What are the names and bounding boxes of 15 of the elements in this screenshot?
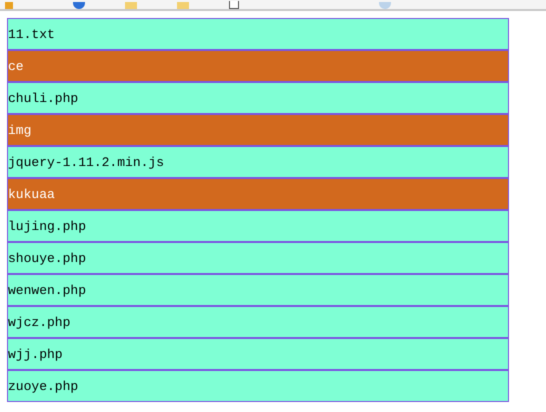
page-icon[interactable]	[229, 1, 239, 9]
folder-icon[interactable]	[125, 2, 137, 9]
file-name: 11.txt	[8, 26, 55, 42]
file-name: chuli.php	[8, 90, 78, 106]
file-name: wjj.php	[8, 346, 63, 362]
file-name: ce	[8, 58, 24, 74]
file-name: img	[8, 122, 32, 138]
folder-icon[interactable]	[177, 2, 189, 9]
file-name: wjcz.php	[8, 314, 70, 330]
file-name: shouye.php	[8, 250, 86, 266]
file-name: wenwen.php	[8, 282, 86, 298]
file-name: zuoye.php	[8, 378, 78, 394]
file-name: kukuaa	[8, 186, 55, 202]
file-name: jquery-1.11.2.min.js	[8, 154, 164, 170]
file-name: lujing.php	[8, 218, 86, 234]
